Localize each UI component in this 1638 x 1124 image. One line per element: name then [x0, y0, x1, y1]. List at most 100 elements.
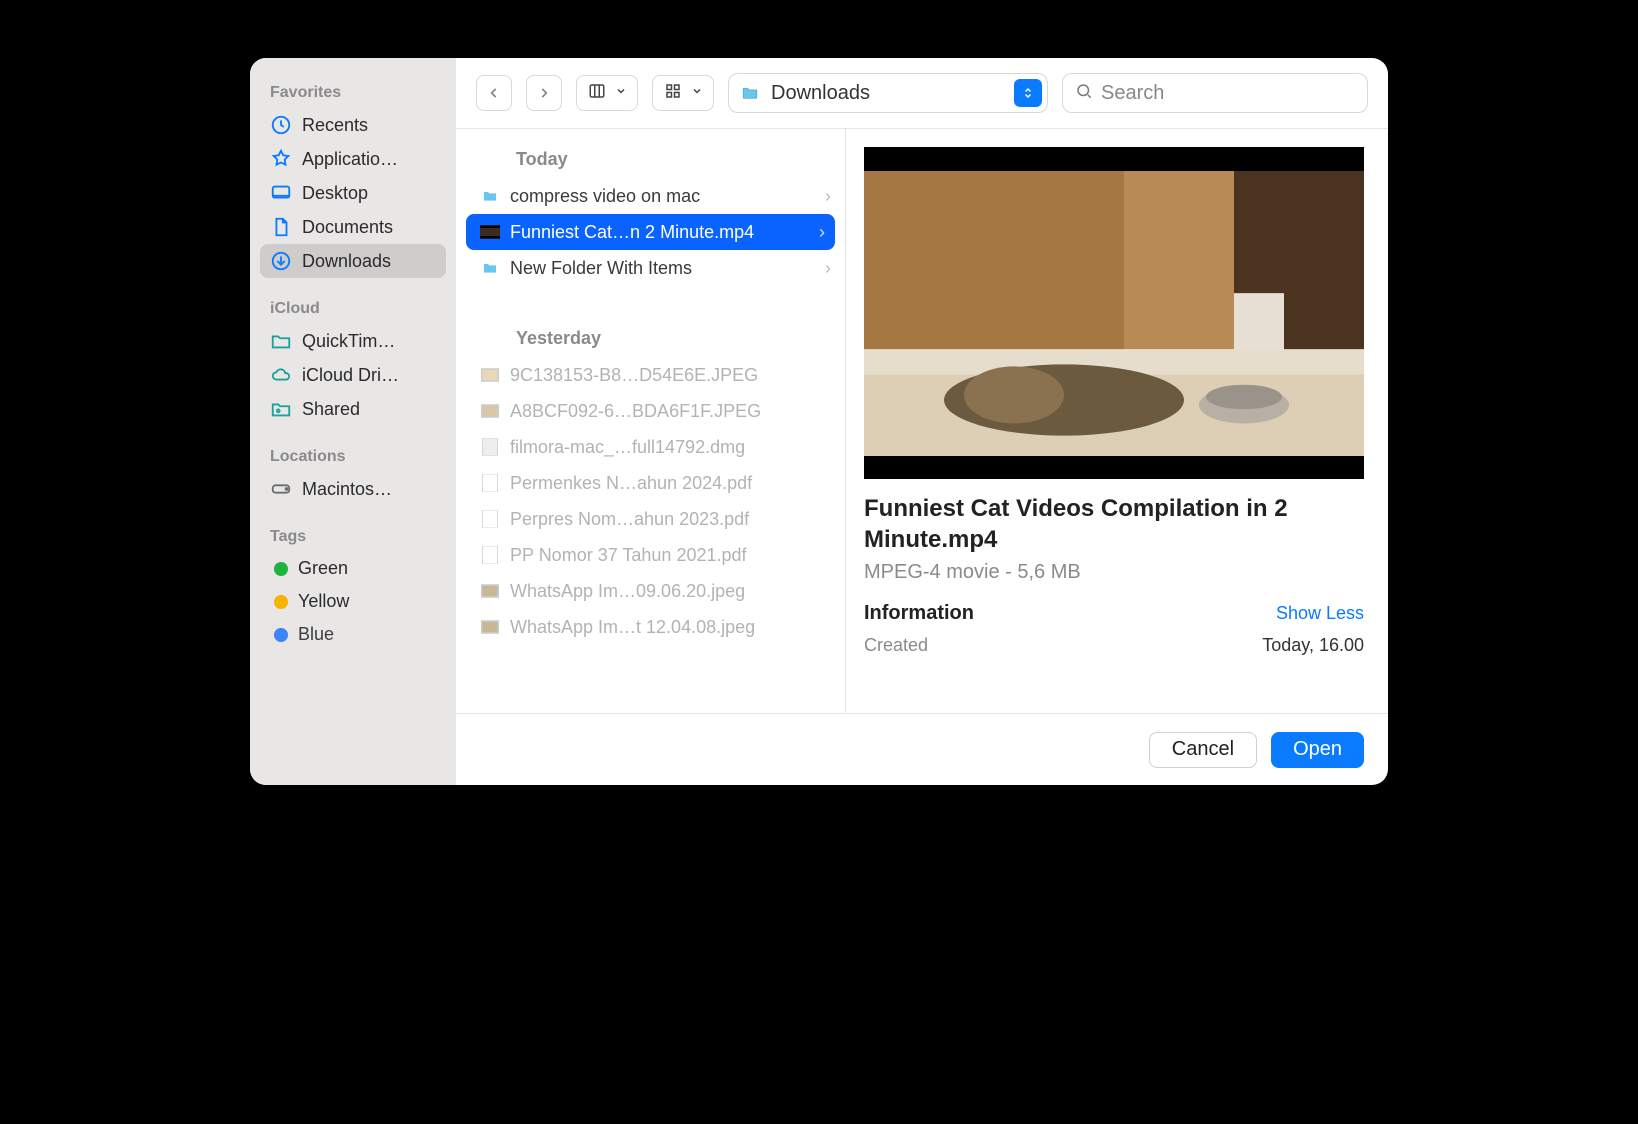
list-item[interactable]: compress video on mac ›: [456, 178, 845, 214]
sidebar-tag-green[interactable]: Green: [260, 552, 446, 585]
list-section-today: Today: [456, 137, 845, 178]
file-name: Permenkes N…ahun 2024.pdf: [510, 473, 831, 494]
tag-dot-icon: [274, 562, 288, 576]
sidebar-item-macintosh-hd[interactable]: Macintos…: [260, 472, 446, 506]
file-name: PP Nomor 37 Tahun 2021.pdf: [510, 545, 831, 566]
file-name: A8BCF092-6…BDA6F1F.JPEG: [510, 401, 831, 422]
sidebar-group-locations: Locations: [260, 442, 446, 472]
file-list-column: Today compress video on mac › Funniest C…: [456, 129, 846, 713]
columns-icon: [587, 82, 607, 105]
cancel-button[interactable]: Cancel: [1149, 732, 1257, 768]
content-area: Today compress video on mac › Funniest C…: [456, 128, 1388, 713]
list-item[interactable]: Permenkes N…ahun 2024.pdf: [456, 465, 845, 501]
forward-button[interactable]: [526, 75, 562, 111]
list-item[interactable]: Perpres Nom…ahun 2023.pdf: [456, 501, 845, 537]
pdf-icon: [480, 547, 500, 563]
sidebar-item-shared[interactable]: Shared: [260, 392, 446, 426]
sidebar-item-recents[interactable]: Recents: [260, 108, 446, 142]
folder-icon: [480, 188, 500, 204]
list-item[interactable]: Funniest Cat…n 2 Minute.mp4 ›: [466, 214, 835, 250]
tag-dot-icon: [274, 628, 288, 642]
preview-title: Funniest Cat Videos Compilation in 2 Min…: [864, 493, 1364, 555]
image-thumb-icon: [480, 367, 500, 383]
sidebar-item-downloads[interactable]: Downloads: [260, 244, 446, 278]
sidebar-item-label: QuickTim…: [302, 331, 395, 352]
file-name: Perpres Nom…ahun 2023.pdf: [510, 509, 831, 530]
sidebar-item-label: Yellow: [298, 591, 349, 612]
file-name: 9C138153-B8…D54E6E.JPEG: [510, 365, 831, 386]
file-name: compress video on mac: [510, 186, 815, 207]
search-input[interactable]: Search: [1062, 73, 1368, 113]
file-name: WhatsApp Im…t 12.04.08.jpeg: [510, 617, 831, 638]
sidebar-item-label: Shared: [302, 399, 360, 420]
sidebar-item-label: iCloud Dri…: [302, 365, 399, 386]
open-button[interactable]: Open: [1271, 732, 1364, 768]
desktop-icon: [270, 182, 292, 204]
download-icon: [270, 250, 292, 272]
file-name: filmora-mac_…full14792.dmg: [510, 437, 831, 458]
sidebar-group-favorites: Favorites: [260, 78, 446, 108]
group-by-button[interactable]: [652, 75, 714, 111]
chevron-right-icon: ›: [819, 222, 825, 243]
list-item[interactable]: WhatsApp Im…09.06.20.jpeg: [456, 573, 845, 609]
folder-icon: [270, 330, 292, 352]
sidebar-item-label: Green: [298, 558, 348, 579]
list-item[interactable]: PP Nomor 37 Tahun 2021.pdf: [456, 537, 845, 573]
image-thumb-icon: [480, 583, 500, 599]
sidebar-item-label: Applicatio…: [302, 149, 398, 170]
view-mode-button[interactable]: [576, 75, 638, 111]
preview-subtitle: MPEG-4 movie - 5,6 MB: [864, 561, 1364, 584]
image-thumb-icon: [480, 619, 500, 635]
dmg-icon: [480, 439, 500, 455]
location-label: Downloads: [771, 82, 870, 105]
file-name: WhatsApp Im…09.06.20.jpeg: [510, 581, 831, 602]
dialog-footer: Cancel Open: [456, 713, 1388, 785]
list-item[interactable]: A8BCF092-6…BDA6F1F.JPEG: [456, 393, 845, 429]
show-less-link[interactable]: Show Less: [1276, 603, 1364, 624]
chevron-right-icon: ›: [825, 258, 831, 279]
sidebar-item-quicktime[interactable]: QuickTim…: [260, 324, 446, 358]
main-panel: Downloads Search Today: [456, 58, 1388, 785]
tag-dot-icon: [274, 595, 288, 609]
preview-created-value: Today, 16.00: [1262, 635, 1364, 656]
file-name: Funniest Cat…n 2 Minute.mp4: [510, 222, 809, 243]
sidebar-item-documents[interactable]: Documents: [260, 210, 446, 244]
sidebar-item-desktop[interactable]: Desktop: [260, 176, 446, 210]
location-dropdown[interactable]: Downloads: [728, 73, 1048, 113]
sidebar-item-label: Macintos…: [302, 479, 392, 500]
list-section-yesterday: Yesterday: [456, 316, 845, 357]
sidebar-item-label: Recents: [302, 115, 368, 136]
search-placeholder: Search: [1101, 82, 1164, 105]
list-item[interactable]: filmora-mac_…full14792.dmg: [456, 429, 845, 465]
chevron-down-icon: [615, 84, 627, 102]
preview-info-label: Information: [864, 602, 974, 625]
sidebar-group-tags: Tags: [260, 522, 446, 552]
sidebar-group-icloud: iCloud: [260, 294, 446, 324]
sidebar-item-icloud-drive[interactable]: iCloud Dri…: [260, 358, 446, 392]
file-name: New Folder With Items: [510, 258, 815, 279]
disk-icon: [270, 478, 292, 500]
folder-icon: [739, 84, 761, 102]
pdf-icon: [480, 475, 500, 491]
apps-icon: [270, 148, 292, 170]
list-item[interactable]: 9C138153-B8…D54E6E.JPEG: [456, 357, 845, 393]
list-item[interactable]: New Folder With Items ›: [456, 250, 845, 286]
sidebar-tag-blue[interactable]: Blue: [260, 618, 446, 651]
sidebar-item-label: Desktop: [302, 183, 368, 204]
preview-created-label: Created: [864, 635, 928, 656]
preview-column: Funniest Cat Videos Compilation in 2 Min…: [846, 129, 1388, 713]
sidebar-item-label: Blue: [298, 624, 334, 645]
chevron-right-icon: ›: [825, 186, 831, 207]
sidebar-item-label: Downloads: [302, 251, 391, 272]
updown-icon: [1014, 79, 1042, 107]
search-icon: [1075, 82, 1093, 105]
sidebar-item-applications[interactable]: Applicatio…: [260, 142, 446, 176]
toolbar: Downloads Search: [456, 58, 1388, 128]
cloud-icon: [270, 364, 292, 386]
list-item[interactable]: WhatsApp Im…t 12.04.08.jpeg: [456, 609, 845, 645]
folder-icon: [480, 260, 500, 276]
back-button[interactable]: [476, 75, 512, 111]
sidebar-tag-yellow[interactable]: Yellow: [260, 585, 446, 618]
pdf-icon: [480, 511, 500, 527]
preview-thumbnail: [864, 147, 1364, 479]
